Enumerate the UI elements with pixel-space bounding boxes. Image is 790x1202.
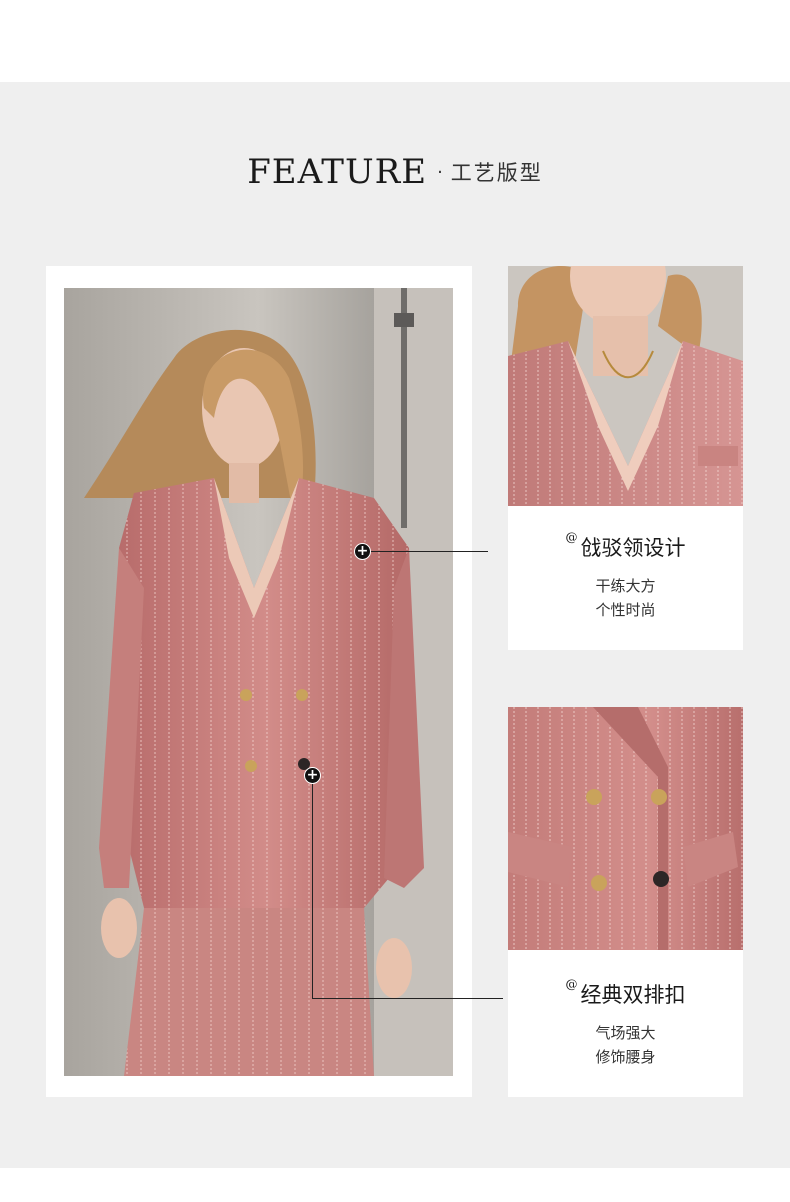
lapel-desc-line1: 干练大方 <box>595 577 656 595</box>
buttons-detail-photo <box>508 707 743 950</box>
model-photo <box>64 288 453 1076</box>
lapel-hotspot-marker[interactable]: + <box>354 543 371 560</box>
buttons-leader-horizontal <box>312 998 503 999</box>
buttons-leader-vertical <box>312 775 313 998</box>
title-separator: · <box>437 161 443 183</box>
lapel-leader-line <box>370 551 488 552</box>
section-header: FEATURE · 工艺版型 <box>0 152 790 192</box>
at-symbol: @ <box>565 977 578 991</box>
buttons-desc-line2: 修饰腰身 <box>595 1048 656 1066</box>
buttons-desc-line1: 气场强大 <box>595 1024 656 1042</box>
lapel-detail-photo <box>508 266 743 506</box>
at-symbol: @ <box>565 530 578 544</box>
lapel-desc-line2: 个性时尚 <box>595 601 656 619</box>
buttons-title: @ 经典双排扣 <box>508 977 743 1009</box>
feature-title-en: FEATURE <box>247 152 428 192</box>
lapel-text: @ 戗驳领设计 干练大方 个性时尚 <box>508 530 743 622</box>
buttons-description: 气场强大 修饰腰身 <box>508 1021 743 1069</box>
buttons-title-text: 经典双排扣 <box>580 983 686 1007</box>
buttons-hotspot-marker[interactable]: + <box>304 767 321 784</box>
lapel-title: @ 戗驳领设计 <box>508 530 743 562</box>
feature-card-lapel: @ 戗驳领设计 干练大方 个性时尚 <box>508 266 743 650</box>
lapel-description: 干练大方 个性时尚 <box>508 574 743 622</box>
lapel-title-text: 戗驳领设计 <box>580 536 686 560</box>
buttons-text: @ 经典双排扣 气场强大 修饰腰身 <box>508 977 743 1069</box>
feature-title-cn: 工艺版型 <box>450 161 543 185</box>
feature-card-buttons: @ 经典双排扣 气场强大 修饰腰身 <box>508 707 743 1097</box>
